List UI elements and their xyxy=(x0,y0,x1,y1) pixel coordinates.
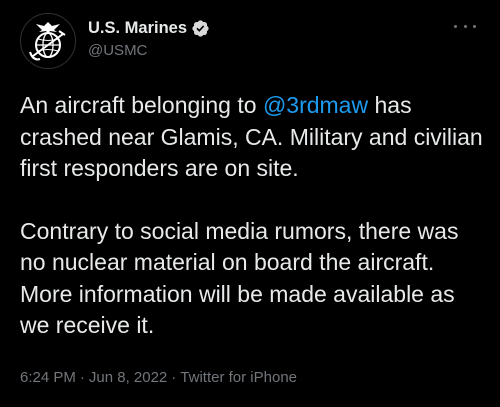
more-dot xyxy=(473,24,476,28)
tweet-card: U.S. Marines @USMC An aircraft belonging… xyxy=(0,0,500,407)
more-dot xyxy=(454,24,457,28)
tweet-text-segment: An aircraft belonging to xyxy=(20,92,263,118)
tweet-paragraph-2: Contrary to social media rumors, there w… xyxy=(20,217,459,339)
author-display-name[interactable]: U.S. Marines xyxy=(88,18,210,38)
verified-badge-icon xyxy=(192,19,209,37)
tweet-metadata: 6:24 PM · Jun 8, 2022 · Twitter for iPhone xyxy=(20,368,297,388)
meta-separator: · xyxy=(79,369,85,386)
mention-link[interactable]: @3rdmaw xyxy=(263,92,368,118)
display-name-text: U.S. Marines xyxy=(88,19,188,37)
avatar[interactable] xyxy=(20,13,76,69)
more-dot xyxy=(463,24,467,28)
tweet-timestamp-date[interactable]: Jun 8, 2022 xyxy=(89,369,167,386)
tweet-timestamp-time[interactable]: 6:24 PM xyxy=(20,369,76,386)
tweet-source-link[interactable]: Twitter for iPhone xyxy=(180,369,297,386)
author-handle[interactable]: @USMC xyxy=(88,41,147,61)
usmc-emblem-icon xyxy=(21,14,75,68)
meta-separator: · xyxy=(171,369,177,386)
tweet-paragraph-1: An aircraft belonging to @3rdmaw has cra… xyxy=(20,90,490,185)
tweet-text: An aircraft belonging to @3rdmaw has cra… xyxy=(20,90,490,342)
more-options-icon[interactable] xyxy=(454,22,476,30)
